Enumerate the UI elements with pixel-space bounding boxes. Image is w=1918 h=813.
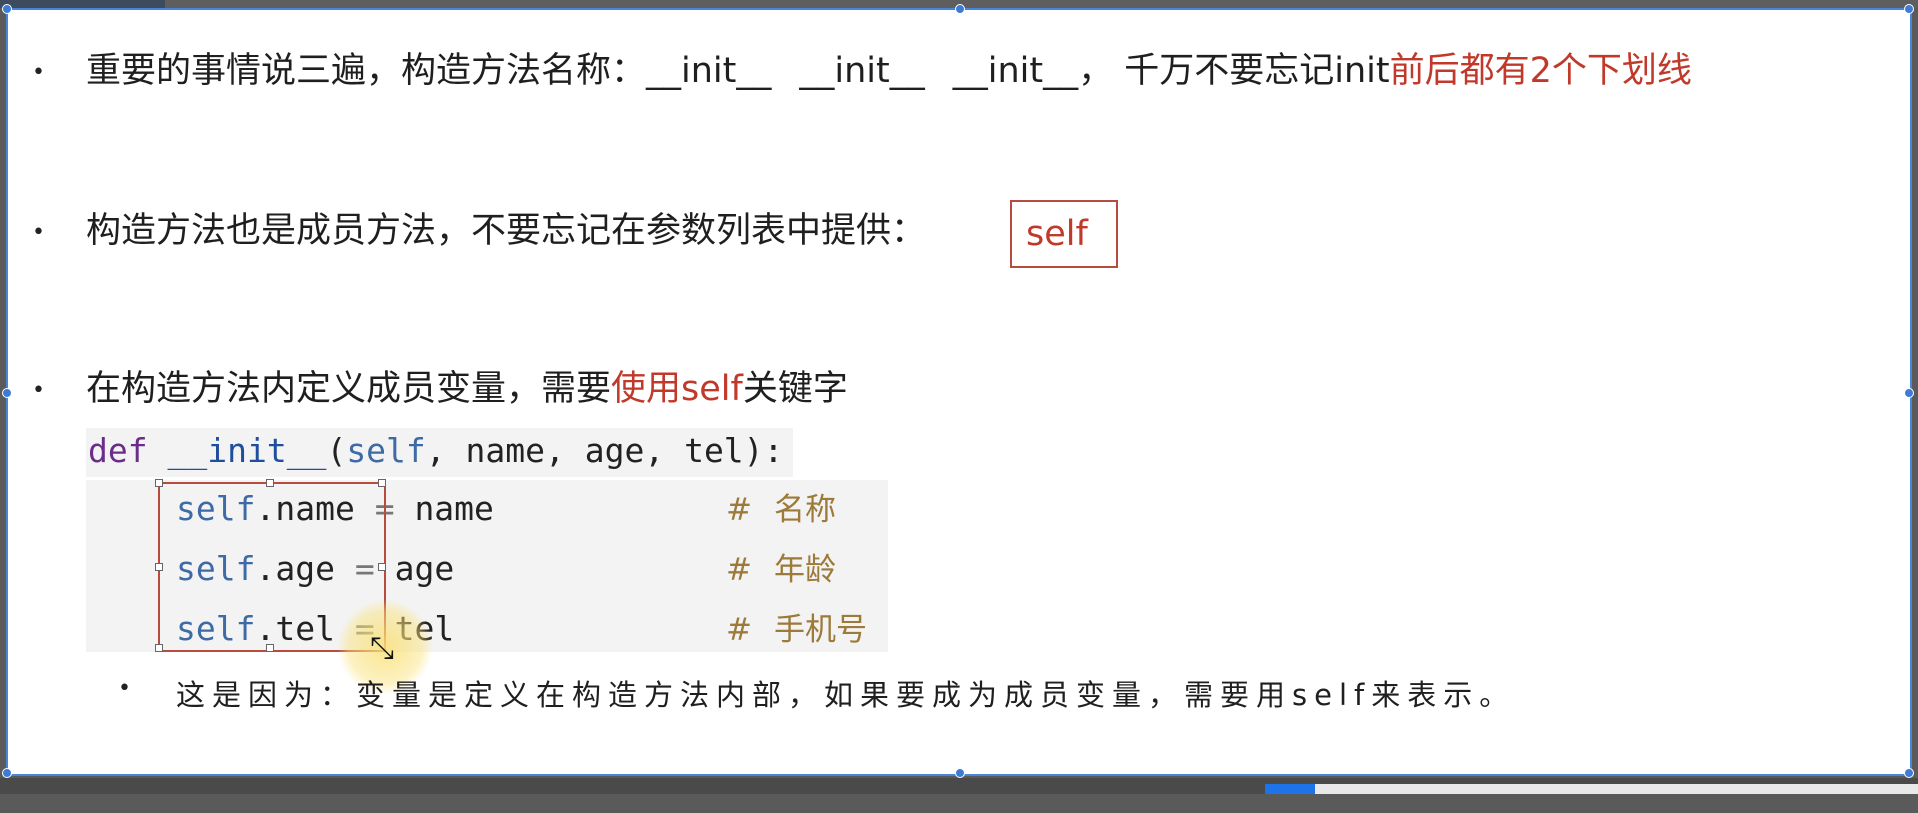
bullet-2-label: 构造方法也是成员方法，不要忘记在参数列表中提供：	[86, 211, 927, 251]
params-rest: , name, age, tel):	[425, 431, 784, 470]
comment-hash: #	[726, 492, 752, 528]
init-name-1: __init__	[646, 51, 772, 91]
slide-handle-bottom-right[interactable]	[1904, 768, 1914, 778]
bullet-1-text[interactable]: 重要的事情说三遍，构造方法名称：__init__ __init__ __init__…	[86, 50, 1692, 92]
bullet-3-text[interactable]: 在构造方法内定义成员变量，需要使用self关键字	[86, 368, 848, 410]
slide-handle-middle-right[interactable]	[1904, 388, 1914, 398]
code-def-line: def __init__(self, name, age, tel):	[86, 428, 794, 477]
comment-line-age: # 年龄	[726, 552, 836, 586]
params-open: (	[326, 431, 347, 470]
init-name-3: __init__	[952, 51, 1079, 91]
bullet-1-prefix: 重要的事情说三遍，构造方法名称：	[86, 51, 647, 91]
self-keyword: self	[1026, 214, 1088, 254]
shape-handle-bottom-left[interactable]	[155, 644, 163, 652]
progress-track	[1315, 784, 1918, 794]
resize-cursor-icon: ⤡	[370, 631, 394, 666]
comment-tel: 手机号	[773, 612, 867, 648]
bottom-bar	[0, 778, 1918, 794]
self-keyword-box[interactable]: self	[1010, 200, 1118, 268]
sub-note-text[interactable]: 这是因为：变量是定义在构造方法内部，如果要成为成员变量，需要用self来表示。	[176, 672, 1515, 714]
init-name-2: __init__	[799, 51, 925, 91]
bullet-dot-icon: •	[32, 220, 45, 245]
bullet-2-text[interactable]: 构造方法也是成员方法，不要忘记在参数列表中提供：	[86, 210, 926, 252]
slide-handle-top-right[interactable]	[1904, 4, 1914, 14]
comment-line-tel: # 手机号	[726, 612, 867, 646]
bullet-3-highlight: 使用self	[611, 369, 743, 409]
slide-handle-bottom-left[interactable]	[2, 768, 12, 778]
slide-handle-top-left[interactable]	[2, 4, 12, 14]
comment-hash: #	[726, 612, 752, 648]
slide-handle-bottom-center[interactable]	[955, 768, 965, 778]
bullet-3-prefix: 在构造方法内定义成员变量，需要	[86, 369, 612, 409]
active-tab-indicator	[0, 0, 165, 8]
shape-handle-bottom-center[interactable]	[266, 644, 274, 652]
bullet-dot-icon: •	[118, 676, 131, 701]
value-age: age	[394, 549, 455, 588]
slide-handle-top-center[interactable]	[955, 4, 965, 14]
shape-handle-middle-right[interactable]	[378, 563, 386, 571]
comment-age: 年龄	[773, 552, 836, 588]
bullet-dot-icon: •	[32, 378, 45, 403]
comment-line-name: # 名称	[726, 492, 836, 526]
bullet-dot-icon: •	[32, 60, 45, 85]
bullet-3-suffix: 关键字	[742, 369, 848, 409]
bullet-1-middle: ， 千万不要忘记init	[1078, 51, 1390, 91]
bullet-1-highlight: 前后都有2个下划线	[1389, 51, 1692, 91]
slide-handle-middle-left[interactable]	[2, 388, 12, 398]
init-function-name: __init__	[167, 431, 327, 470]
shape-handle-top-left[interactable]	[155, 479, 163, 487]
shape-handle-top-center[interactable]	[266, 479, 274, 487]
shape-handle-middle-left[interactable]	[155, 563, 163, 571]
shape-handle-top-right[interactable]	[378, 479, 386, 487]
def-keyword: def	[88, 431, 148, 470]
comment-hash: #	[726, 552, 752, 588]
value-name: name	[414, 489, 494, 528]
self-param: self	[346, 431, 426, 470]
progress-indicator	[1265, 784, 1315, 794]
comment-name: 名称	[773, 492, 836, 528]
